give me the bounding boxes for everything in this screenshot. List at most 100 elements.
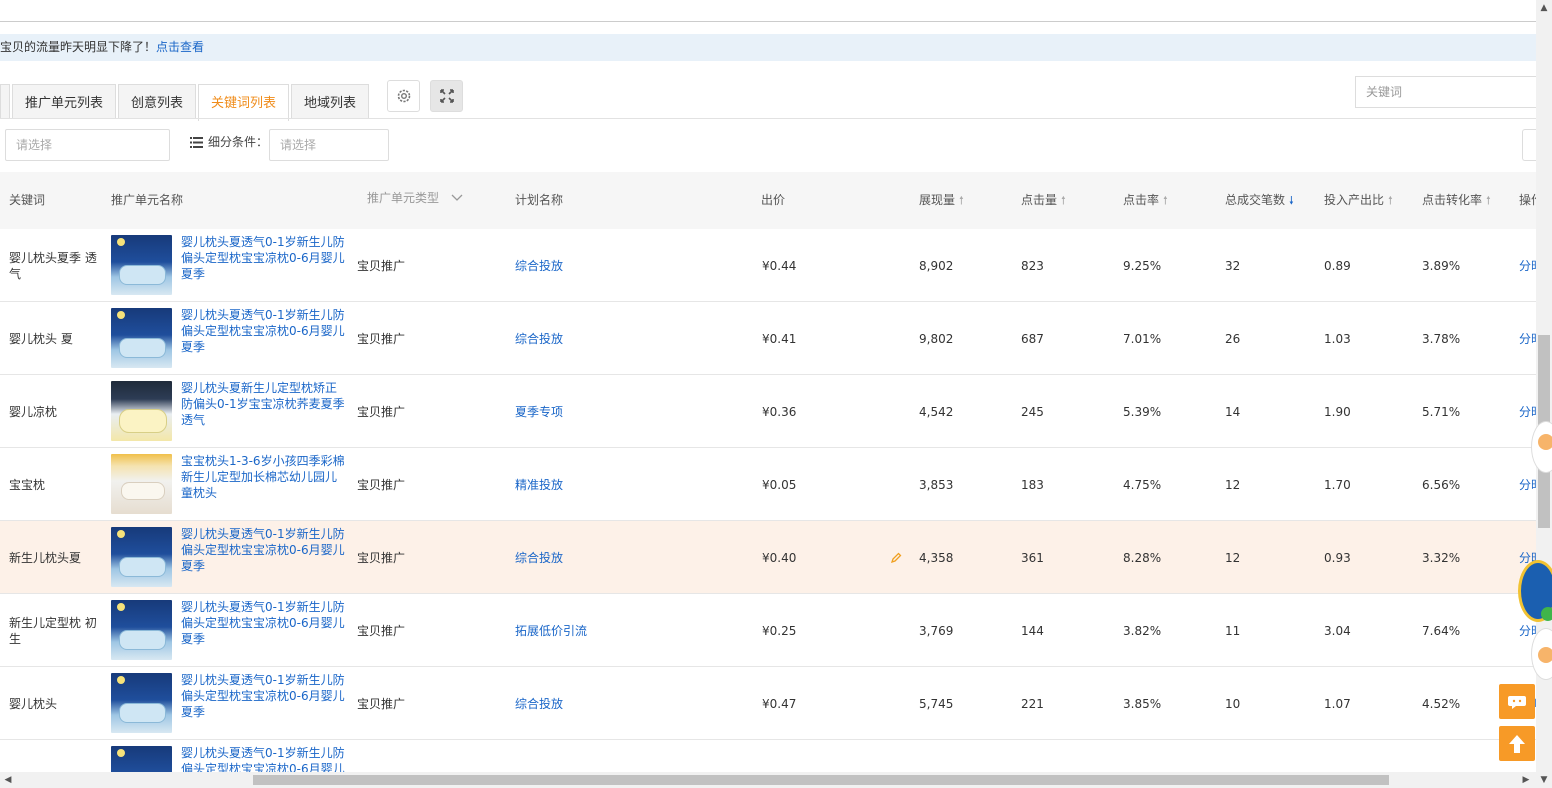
- product-title-link[interactable]: 宝宝枕头1-3-6岁小孩四季彩棉新生儿定型加长棉芯幼儿园儿童枕头: [181, 453, 347, 501]
- scroll-down-icon[interactable]: ▼: [1536, 772, 1552, 788]
- product-thumbnail[interactable]: [111, 454, 172, 514]
- product-thumbnail[interactable]: [111, 235, 172, 295]
- traffic-notice: 宝贝的流量昨天明显下降了！点击查看: [0, 34, 1536, 61]
- tab-creative-list[interactable]: 创意列表: [118, 84, 197, 119]
- cell-keyword: 宝宝枕: [9, 477, 46, 492]
- back-to-top-button[interactable]: [1499, 726, 1535, 761]
- cell-cvr: 6.56%: [1422, 477, 1461, 492]
- cell-ctr: 7.01%: [1123, 331, 1162, 346]
- table-row-hovered: 新生儿枕头夏 婴儿枕头夏透气0-1岁新生儿防偏头定型枕宝宝凉枕0-6月婴儿夏季 …: [0, 521, 1536, 594]
- th-cvr[interactable]: 点击转化率 🠕: [1422, 172, 1491, 229]
- cell-impressions: 3,769: [919, 623, 954, 638]
- mascot-icon: [1538, 647, 1552, 663]
- chevron-down-icon: [451, 194, 463, 201]
- product-thumbnail[interactable]: [111, 308, 172, 368]
- th-unit-type[interactable]: 推广单元类型: [367, 170, 463, 227]
- cell-bid: ¥0.36: [762, 404, 797, 419]
- cell-cvr: 5.71%: [1422, 404, 1461, 419]
- tab-region-list[interactable]: 地域列表: [291, 84, 370, 119]
- cell-plan-link[interactable]: 拓展低价引流: [515, 594, 587, 667]
- edit-bid-button[interactable]: [890, 521, 902, 594]
- scroll-right-icon[interactable]: ▶: [1518, 772, 1534, 788]
- tab-keyword-list[interactable]: 关键词列表: [198, 84, 290, 121]
- cell-cvr: 3.89%: [1422, 258, 1461, 273]
- cell-clicks: 144: [1021, 623, 1044, 638]
- cell-bid: ¥0.05: [762, 477, 797, 492]
- scroll-up-icon[interactable]: ▲: [1536, 0, 1552, 16]
- notice-link[interactable]: 点击查看: [156, 40, 204, 54]
- cell-keyword: 新生儿定型枕 初生: [9, 615, 97, 646]
- cell-cvr: 4.52%: [1422, 696, 1461, 711]
- table-row: 婴儿枕头 婴儿枕头夏透气0-1岁新生儿防偏头定型枕宝宝凉枕0-6月婴儿夏季 宝贝…: [0, 667, 1536, 740]
- fullscreen-button[interactable]: [430, 80, 463, 112]
- cell-plan-link[interactable]: 综合投放: [515, 521, 563, 594]
- cell-impressions: 4,358: [919, 550, 954, 565]
- cell-bid: ¥0.47: [762, 696, 797, 711]
- th-roi[interactable]: 投入产出比 🠕: [1324, 172, 1393, 229]
- product-title-link[interactable]: 婴儿枕头夏透气0-1岁新生儿防偏头定型枕宝宝凉枕0-6月婴儿夏季: [181, 526, 347, 574]
- product-title-link[interactable]: 婴儿枕头夏新生儿定型枕矫正防偏头0-1岁宝宝凉枕荞麦夏季透气: [181, 380, 347, 428]
- table-header: 关键词 推广单元名称 推广单元类型 计划名称 出价 展现量 🠕 点击量 🠕 点击率 🠕…: [0, 172, 1536, 229]
- tab-unit-list[interactable]: 推广单元列表: [12, 84, 117, 119]
- filter-select[interactable]: 请选择: [5, 129, 170, 161]
- th-orders[interactable]: 总成交笔数 🠗: [1225, 172, 1294, 229]
- cell-orders: 12: [1225, 477, 1241, 492]
- keyword-search-input[interactable]: 关键词: [1355, 76, 1536, 108]
- chat-button[interactable]: [1499, 684, 1535, 719]
- table-row: 婴儿枕头夏季 透气 婴儿枕头夏透气0-1岁新生儿防偏头定型枕宝宝凉枕0-6月婴儿…: [0, 229, 1536, 302]
- sort-up-icon: 🠕: [1061, 194, 1066, 207]
- cell-cvr: 3.78%: [1422, 331, 1461, 346]
- cell-keyword: 婴儿枕头 夏: [9, 331, 73, 346]
- product-title-link[interactable]: 婴儿枕头夏透气0-1岁新生儿防偏头定型枕宝宝凉枕0-6月婴儿夏季: [181, 234, 347, 282]
- cell-roi: 3.04: [1324, 623, 1351, 638]
- cell-unit-type: 宝贝推广: [357, 405, 406, 419]
- scroll-left-icon[interactable]: ◀: [0, 772, 16, 788]
- th-impressions[interactable]: 展现量 🠕: [919, 172, 964, 229]
- cell-orders: 32: [1225, 258, 1241, 273]
- product-title-link[interactable]: 婴儿枕头夏透气0-1岁新生儿防偏头定型枕宝宝凉枕0-6月婴儿夏季: [181, 672, 347, 720]
- cell-bid: ¥0.25: [762, 623, 797, 638]
- table-row: 婴儿凉枕 婴儿枕头夏新生儿定型枕矫正防偏头0-1岁宝宝凉枕荞麦夏季透气 宝贝推广…: [0, 375, 1536, 448]
- product-thumbnail[interactable]: [111, 673, 172, 733]
- sort-up-icon: 🠕: [959, 194, 964, 207]
- horizontal-scrollbar[interactable]: ◀ ▶: [0, 772, 1536, 788]
- th-ops: 操作: [1519, 193, 1536, 207]
- table-row: 婴儿枕头 夏 婴儿枕头夏透气0-1岁新生儿防偏头定型枕宝宝凉枕0-6月婴儿夏季 …: [0, 302, 1536, 375]
- sort-up-icon: 🠕: [1163, 194, 1168, 207]
- th-ctr[interactable]: 点击率 🠕: [1123, 172, 1168, 229]
- cell-impressions: 9,802: [919, 331, 954, 346]
- cell-op-link[interactable]: 分时: [1519, 229, 1536, 302]
- product-title-link[interactable]: 婴儿枕头夏透气0-1岁新生儿防偏头定型枕宝宝凉枕0-6月婴儿夏季: [181, 307, 347, 355]
- cell-plan-link[interactable]: 精准投放: [515, 448, 563, 521]
- cell-plan-link[interactable]: 综合投放: [515, 667, 563, 740]
- cell-orders: 10: [1225, 696, 1241, 711]
- product-thumbnail[interactable]: [111, 600, 172, 660]
- breakdown-text: 细分条件：: [208, 135, 269, 149]
- cell-roi: 0.89: [1324, 258, 1351, 273]
- breakdown-select[interactable]: 请选择: [269, 129, 389, 161]
- score-widget[interactable]: [1518, 560, 1552, 622]
- score-badge-icon: [1541, 607, 1552, 621]
- horizontal-scroll-thumb[interactable]: [253, 775, 1389, 785]
- cell-orders: 14: [1225, 404, 1241, 419]
- cell-unit-type: 宝贝推广: [357, 624, 406, 638]
- cell-impressions: 8,902: [919, 258, 954, 273]
- arrow-up-icon: [1509, 734, 1525, 753]
- column-config-button[interactable]: [1522, 129, 1536, 161]
- cell-orders: 12: [1225, 550, 1241, 565]
- list-icon: [190, 136, 203, 148]
- product-thumbnail[interactable]: [111, 381, 172, 441]
- cell-plan-link[interactable]: 综合投放: [515, 229, 563, 302]
- cell-keyword: 新生儿枕头夏: [9, 550, 82, 565]
- product-thumbnail[interactable]: [111, 527, 172, 587]
- breakdown-label: 细分条件：: [190, 134, 268, 150]
- th-clicks[interactable]: 点击量 🠕: [1021, 172, 1066, 229]
- cell-plan-link[interactable]: 综合投放: [515, 302, 563, 375]
- sort-down-icon: 🠗: [1289, 194, 1294, 207]
- cell-plan-link[interactable]: 夏季专项: [515, 375, 563, 448]
- product-title-link[interactable]: 婴儿枕头夏透气0-1岁新生儿防偏头定型枕宝宝凉枕0-6月婴儿夏季: [181, 599, 347, 647]
- settings-button[interactable]: [387, 80, 420, 112]
- cell-op-link[interactable]: 分时: [1519, 302, 1536, 375]
- cell-unit-type: 宝贝推广: [357, 332, 406, 346]
- cell-ctr: 3.85%: [1123, 696, 1162, 711]
